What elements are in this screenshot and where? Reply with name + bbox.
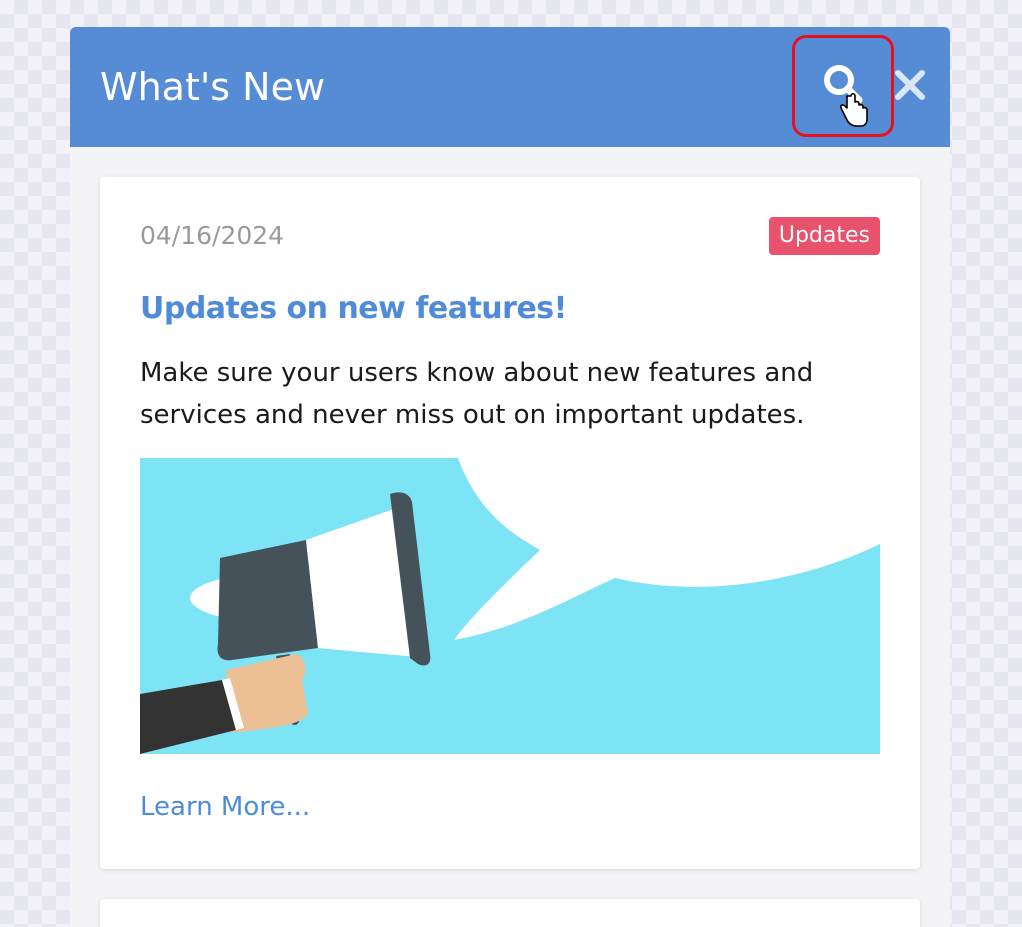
- search-button[interactable]: [792, 35, 894, 137]
- panel-header: What's New: [70, 27, 950, 147]
- megaphone-illustration: [140, 458, 880, 754]
- category-badge: Updates: [768, 217, 880, 255]
- card-description: Make sure your users know about new feat…: [140, 358, 814, 430]
- close-button[interactable]: [890, 65, 930, 105]
- card-title: Updates on new features!: [140, 291, 567, 326]
- news-card: 04/16/2024 Updates Updates on new featur…: [100, 177, 920, 869]
- close-icon[interactable]: [890, 65, 930, 105]
- next-news-card: [100, 899, 920, 927]
- search-icon[interactable]: [795, 38, 891, 134]
- learn-more-link[interactable]: Learn More...: [140, 789, 310, 825]
- card-date: 04/16/2024: [140, 221, 285, 250]
- panel-title: What's New: [100, 65, 326, 109]
- hand-cursor-icon: [840, 92, 868, 127]
- whats-new-panel: What's New 04/16/2024 Updates Updates on…: [70, 27, 950, 927]
